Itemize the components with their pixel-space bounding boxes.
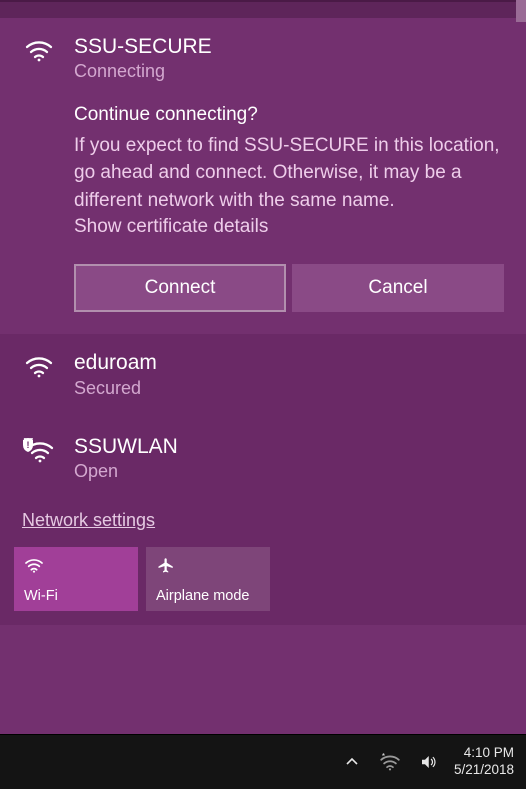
taskbar-time: 4:10 PM xyxy=(454,745,514,762)
prompt-body: If you expect to find SSU-SECURE in this… xyxy=(74,132,504,215)
taskbar: * 4:10 PM 5/21/2018 xyxy=(0,734,526,789)
prompt-title: Continue connecting? xyxy=(74,104,504,126)
wifi-icon xyxy=(24,554,128,576)
wifi-icon xyxy=(24,354,54,378)
network-item-eduroam[interactable]: eduroam Secured xyxy=(0,334,526,418)
network-item-ssuwlan[interactable]: ! SSUWLAN Open xyxy=(0,418,526,502)
taskbar-date: 5/21/2018 xyxy=(454,762,514,779)
network-list: SSU-SECURE Connecting Continue connectin… xyxy=(0,0,526,734)
svg-text:!: ! xyxy=(27,440,30,450)
network-flyout: SSU-SECURE Connecting Continue connectin… xyxy=(0,0,526,734)
network-name: SSU-SECURE xyxy=(74,34,504,60)
network-name: eduroam xyxy=(74,350,504,376)
connect-button[interactable]: Connect xyxy=(74,264,286,312)
tile-label: Wi-Fi xyxy=(24,588,128,604)
tile-label: Airplane mode xyxy=(156,588,260,604)
flyout-top-border xyxy=(0,0,526,18)
connect-prompt: Continue connecting? If you expect to fi… xyxy=(74,104,504,239)
network-name: SSUWLAN xyxy=(74,434,504,460)
wifi-tile[interactable]: Wi-Fi xyxy=(14,547,138,611)
network-status: Open xyxy=(74,460,504,483)
network-settings-link[interactable]: Network settings xyxy=(0,502,177,541)
cancel-button[interactable]: Cancel xyxy=(292,264,504,312)
airplane-mode-tile[interactable]: Airplane mode xyxy=(146,547,270,611)
tray-chevron-up-icon[interactable] xyxy=(340,750,364,774)
tray-volume-icon[interactable] xyxy=(416,750,440,774)
airplane-icon xyxy=(156,554,260,576)
network-status: Secured xyxy=(74,377,504,400)
network-status: Connecting xyxy=(74,60,504,83)
wifi-open-warn-icon: ! xyxy=(23,438,55,464)
scrollbar-thumb[interactable] xyxy=(516,0,526,22)
show-certificate-link[interactable]: Show certificate details xyxy=(74,216,268,238)
svg-text:*: * xyxy=(382,753,385,761)
quick-action-tiles: Wi-Fi Airplane mode xyxy=(0,547,526,625)
tray-wifi-icon[interactable]: * xyxy=(378,750,402,774)
prompt-buttons: Connect Cancel xyxy=(74,264,504,312)
taskbar-clock[interactable]: 4:10 PM 5/21/2018 xyxy=(454,745,514,779)
network-item-ssu-secure[interactable]: SSU-SECURE Connecting Continue connectin… xyxy=(0,18,526,334)
wifi-icon xyxy=(24,38,54,62)
